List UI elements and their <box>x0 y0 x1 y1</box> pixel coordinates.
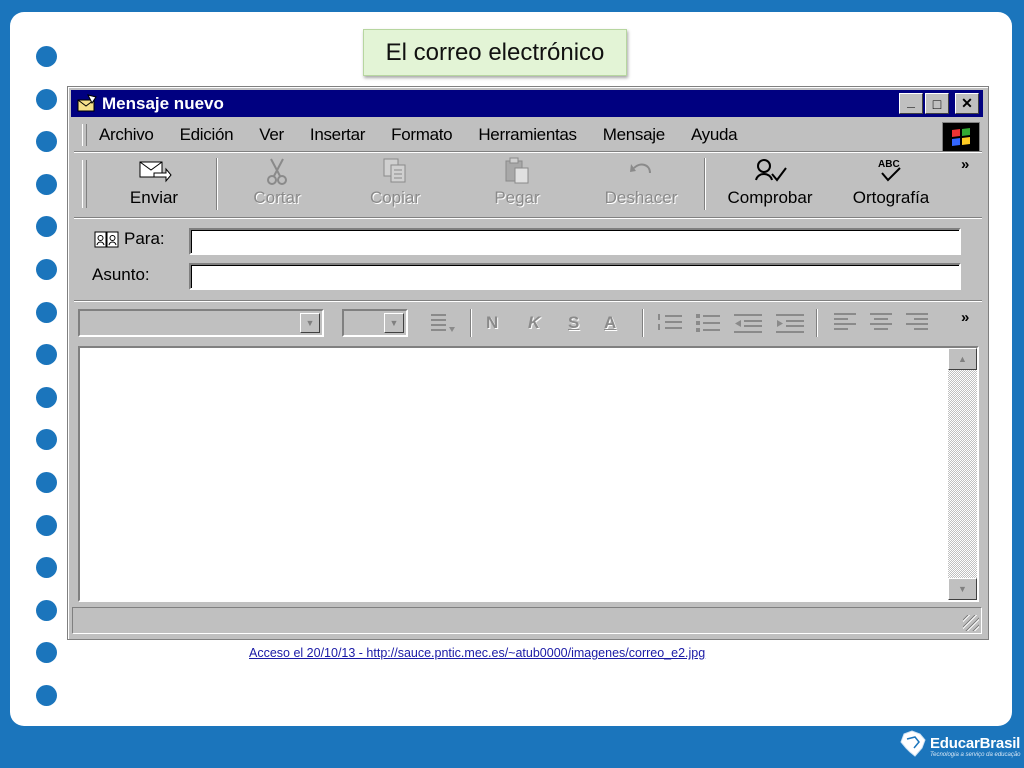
minimize-icon: _ <box>907 92 915 109</box>
numbered-list-icon[interactable] <box>656 311 684 335</box>
menu-formato[interactable]: Formato <box>391 125 453 145</box>
send-button[interactable]: Enviar <box>120 154 188 214</box>
font-size-select[interactable]: ▼ <box>342 309 408 337</box>
spelling-icon: ABC <box>878 159 901 182</box>
underline-button[interactable]: S <box>568 311 579 335</box>
format-separator <box>470 309 472 337</box>
header-separator <box>74 300 982 302</box>
toolbar-grip[interactable] <box>82 160 87 208</box>
menu-grip[interactable] <box>82 124 87 146</box>
align-right-icon[interactable] <box>904 311 930 335</box>
maximize-button[interactable]: □ <box>925 93 949 114</box>
to-label: Para: <box>124 229 165 248</box>
resize-grip-icon[interactable] <box>963 615 979 631</box>
close-button[interactable]: ✕ <box>955 93 979 114</box>
menu-separator <box>74 151 982 153</box>
undo-button[interactable]: Deshacer <box>594 154 688 214</box>
message-body[interactable]: ▲ ▼ <box>78 346 979 602</box>
align-left-icon[interactable] <box>832 311 858 335</box>
binder-rings <box>36 46 58 728</box>
close-icon: ✕ <box>961 95 973 111</box>
format-separator <box>816 309 818 337</box>
copy-label: Copiar <box>369 188 421 207</box>
subject-label: Asunto: <box>92 265 150 284</box>
toolbar-overflow-icon[interactable]: » <box>961 156 969 173</box>
paste-button[interactable]: Pegar <box>484 154 550 214</box>
menu-herramientas[interactable]: Herramientas <box>478 125 577 145</box>
toolbar-separator <box>216 158 218 210</box>
menu-insertar[interactable]: Insertar <box>310 125 366 145</box>
menu-mensaje[interactable]: Mensaje <box>603 125 665 145</box>
brazil-map-icon <box>900 730 926 757</box>
to-label-group: Para: <box>94 229 165 249</box>
subject-field[interactable] <box>189 263 961 290</box>
italic-button[interactable]: K <box>528 311 540 335</box>
undo-label: Deshacer <box>604 188 678 207</box>
chevron-down-icon: ▼ <box>389 318 399 328</box>
brand-tagline: Tecnologia a serviço da educação <box>930 752 1021 758</box>
menu-bar: Archivo Edición Ver Insertar Formato Her… <box>76 120 982 152</box>
format-separator <box>642 309 644 337</box>
undo-icon <box>630 163 651 174</box>
scissors-icon <box>267 158 287 185</box>
cut-button[interactable]: Cortar <box>244 154 310 214</box>
chevron-down-icon: ▼ <box>958 584 967 594</box>
address-book-icon[interactable] <box>94 229 120 249</box>
educarbrasil-logo: EducarBrasil Tecnologia a serviço da edu… <box>898 728 1021 762</box>
window-title: Mensaje nuevo <box>102 93 224 113</box>
brand-name: EducarBrasil <box>930 735 1021 752</box>
toolbar-separator <box>704 158 706 210</box>
main-toolbar: Enviar Cortar Copiar Pegar Deshacer Comp… <box>76 154 982 214</box>
chevron-up-icon: ▲ <box>958 354 967 364</box>
font-dropdown-button[interactable]: ▼ <box>300 313 320 333</box>
slide-title: El correo electrónico <box>363 29 627 76</box>
menu-ver[interactable]: Ver <box>259 125 284 145</box>
increase-indent-icon[interactable] <box>774 311 806 335</box>
source-caption[interactable]: Acceso el 20/10/13 - http://sauce.pntic.… <box>249 646 705 660</box>
bullet-list-icon[interactable] <box>694 311 722 335</box>
scroll-up-button[interactable]: ▲ <box>948 348 977 370</box>
spelling-button[interactable]: ABC Ortografía <box>844 154 938 214</box>
menu-edicion[interactable]: Edición <box>180 125 234 145</box>
cut-label: Cortar <box>253 188 301 207</box>
bold-button[interactable]: N <box>486 311 498 335</box>
vertical-scrollbar[interactable]: ▲ ▼ <box>948 348 977 600</box>
check-names-label: Comprobar <box>727 188 813 207</box>
send-label: Enviar <box>129 188 179 207</box>
to-field[interactable] <box>189 228 961 255</box>
paste-icon <box>505 157 529 184</box>
copy-icon <box>383 158 406 183</box>
title-bar[interactable]: Mensaje nuevo _ □ ✕ <box>71 90 983 117</box>
check-names-icon <box>755 159 787 182</box>
scroll-down-button[interactable]: ▼ <box>948 578 977 600</box>
font-select[interactable]: ▼ <box>78 309 324 337</box>
chevron-down-icon: ▼ <box>305 318 315 328</box>
copy-button[interactable]: Copiar <box>362 154 428 214</box>
decrease-indent-icon[interactable] <box>732 311 764 335</box>
menu-ayuda[interactable]: Ayuda <box>691 125 738 145</box>
paste-label: Pegar <box>494 188 540 207</box>
check-names-button[interactable]: Comprobar <box>722 154 818 214</box>
menu-archivo[interactable]: Archivo <box>99 125 154 145</box>
send-icon <box>139 161 172 183</box>
new-message-window[interactable]: Mensaje nuevo _ □ ✕ Archivo Edición Ver … <box>67 86 989 640</box>
spelling-label: Ortografía <box>852 188 930 207</box>
windows-logo-icon <box>942 122 980 152</box>
svg-text:ABC: ABC <box>878 159 900 170</box>
format-toolbar: ▼ ▼ N K S A » <box>76 307 982 341</box>
format-overflow-icon[interactable]: » <box>961 309 969 326</box>
font-color-button[interactable]: A <box>604 311 616 335</box>
paragraph-style-icon[interactable] <box>428 311 458 335</box>
minimize-button[interactable]: _ <box>899 93 923 114</box>
size-dropdown-button[interactable]: ▼ <box>384 313 404 333</box>
toolbar-separator-bottom <box>74 217 982 219</box>
maximize-icon: □ <box>932 95 942 112</box>
status-bar <box>72 607 982 634</box>
align-center-icon[interactable] <box>868 311 894 335</box>
envelope-icon <box>77 93 97 111</box>
